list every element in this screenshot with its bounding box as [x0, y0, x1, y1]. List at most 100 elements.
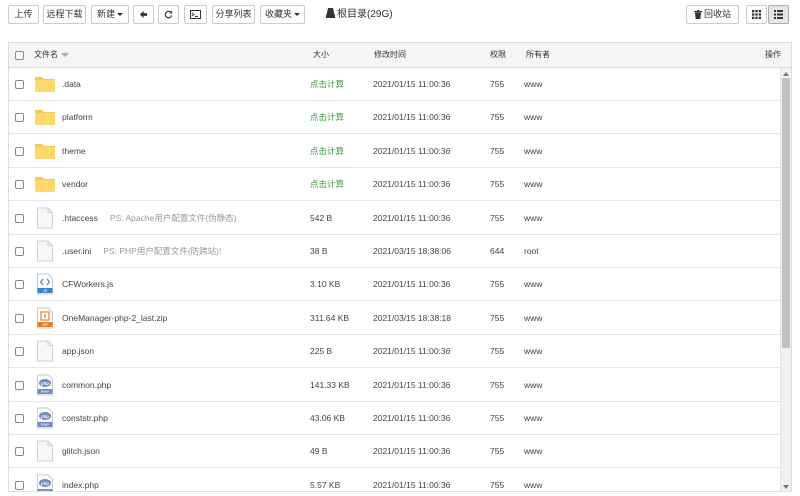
scroll-up-arrow-icon[interactable]: [783, 72, 789, 76]
file-permission[interactable]: 755: [490, 469, 504, 491]
file-owner[interactable]: www: [524, 335, 542, 368]
table-row[interactable]: ZIP OneManager-php-2_last.zip 311.64 KB 202…: [9, 301, 780, 335]
table-row[interactable]: JS CFWorkers.js 3.10 KB 2021/01/15 11:00:36…: [9, 268, 780, 302]
table-row[interactable]: .user.ini PS: PHP用户配置文件(防跨站)! 38 B 2021/03/…: [9, 235, 780, 268]
file-owner[interactable]: www: [524, 302, 542, 335]
row-checkbox[interactable]: [15, 313, 24, 323]
upload-button[interactable]: 上传: [8, 5, 39, 24]
file-permission[interactable]: 644: [490, 235, 504, 268]
file-permission[interactable]: 755: [490, 135, 504, 168]
vertical-scrollbar[interactable]: [780, 68, 791, 491]
terminal-button[interactable]: [184, 5, 207, 24]
row-checkbox[interactable]: [15, 447, 24, 457]
file-permission[interactable]: 755: [490, 335, 504, 368]
file-size[interactable]: 点击计算: [310, 168, 344, 201]
file-name[interactable]: .data: [62, 79, 81, 89]
file-owner[interactable]: www: [524, 435, 542, 468]
list-view-button[interactable]: [768, 5, 789, 24]
header-modified[interactable]: 修改时间: [374, 43, 406, 67]
file-name[interactable]: app.json: [62, 346, 94, 356]
table-row[interactable]: .data 点击计算 2021/01/15 11:00:36 755 www: [9, 68, 780, 101]
file-name[interactable]: conststr.php: [62, 413, 108, 423]
file-owner[interactable]: www: [524, 135, 542, 168]
grid-view-button[interactable]: [746, 5, 767, 24]
file-permission[interactable]: 755: [490, 402, 504, 435]
table-row[interactable]: php PHP common.php 141.33 KB 2021/01/15 11:0…: [9, 368, 780, 402]
file-name[interactable]: .user.ini: [62, 246, 91, 256]
remote-download-button[interactable]: 远程下载: [43, 5, 86, 24]
file-owner[interactable]: www: [524, 101, 542, 134]
file-name-cell[interactable]: OneManager-php-2_last.zip: [62, 302, 179, 335]
file-name[interactable]: theme: [62, 146, 86, 156]
file-owner[interactable]: www: [524, 168, 542, 201]
scroll-down-arrow-icon[interactable]: [783, 485, 789, 489]
row-checkbox[interactable]: [15, 480, 24, 490]
file-permission[interactable]: 755: [490, 168, 504, 201]
table-row[interactable]: theme 点击计算 2021/01/15 11:00:36 755 www: [9, 134, 780, 168]
file-size[interactable]: 点击计算: [310, 68, 344, 101]
file-name[interactable]: CFWorkers.js: [62, 279, 113, 289]
row-checkbox[interactable]: [15, 280, 24, 290]
header-size[interactable]: 大小: [313, 43, 329, 67]
file-size[interactable]: 点击计算: [310, 101, 344, 134]
file-name[interactable]: vendor: [62, 179, 88, 189]
table-row[interactable]: php PHP conststr.php 43.06 KB 2021/01/15 11:…: [9, 402, 780, 435]
file-size[interactable]: 点击计算: [310, 135, 344, 168]
table-row[interactable]: app.json 225 B 2021/01/15 11:00:36 755 www: [9, 335, 780, 369]
row-checkbox[interactable]: [15, 414, 24, 423]
table-row[interactable]: glitch.json 49 B 2021/01/15 11:00:36 755 www: [9, 435, 780, 469]
back-button[interactable]: [133, 5, 154, 24]
table-row[interactable]: platform 点击计算 2021/01/15 11:00:36 755 www: [9, 101, 780, 135]
table-row[interactable]: php PHP index.php 5.57 KB 2021/01/15 11:00:3…: [9, 468, 780, 491]
file-name-cell[interactable]: vendor: [62, 168, 100, 201]
share-list-button[interactable]: 分享列表: [212, 5, 255, 24]
file-name-cell[interactable]: theme: [62, 135, 98, 168]
row-checkbox[interactable]: [15, 113, 24, 123]
row-checkbox[interactable]: [15, 180, 24, 190]
file-name-cell[interactable]: platform: [62, 101, 105, 134]
file-name-cell[interactable]: CFWorkers.js: [62, 268, 125, 301]
select-all-checkbox[interactable]: [15, 51, 24, 60]
row-checkbox[interactable]: [15, 380, 24, 390]
file-name[interactable]: glitch.json: [62, 446, 100, 456]
file-name-cell[interactable]: conststr.php: [62, 402, 120, 435]
file-owner[interactable]: root: [524, 235, 539, 268]
recycle-bin-button[interactable]: 回收站: [686, 5, 739, 24]
row-checkbox[interactable]: [15, 146, 24, 156]
new-dropdown-button[interactable]: 新建: [91, 5, 129, 24]
refresh-button[interactable]: [158, 5, 179, 24]
file-name-cell[interactable]: .data: [62, 68, 93, 101]
file-name[interactable]: OneManager-php-2_last.zip: [62, 313, 167, 323]
file-permission[interactable]: 755: [490, 101, 504, 134]
file-owner[interactable]: www: [524, 369, 542, 402]
file-owner[interactable]: www: [524, 268, 542, 301]
row-checkbox[interactable]: [15, 347, 24, 357]
file-name-cell[interactable]: index.php: [62, 469, 111, 491]
file-permission[interactable]: 755: [490, 202, 504, 235]
file-permission[interactable]: 755: [490, 435, 504, 468]
root-path[interactable]: 根目录(29G): [326, 5, 393, 24]
file-permission[interactable]: 755: [490, 268, 504, 301]
file-name-cell[interactable]: .user.ini PS: PHP用户配置文件(防跨站)!: [62, 235, 221, 268]
file-owner[interactable]: www: [524, 402, 542, 435]
file-permission[interactable]: 755: [490, 302, 504, 335]
file-owner[interactable]: www: [524, 469, 542, 491]
table-row[interactable]: vendor 点击计算 2021/01/15 11:00:36 755 www: [9, 168, 780, 202]
file-permission[interactable]: 755: [490, 68, 504, 101]
file-name-cell[interactable]: common.php: [62, 369, 123, 402]
file-name[interactable]: common.php: [62, 380, 111, 390]
row-checkbox[interactable]: [15, 247, 24, 256]
file-name[interactable]: .htaccess: [62, 213, 98, 223]
file-name[interactable]: platform: [62, 112, 93, 122]
file-permission[interactable]: 755: [490, 369, 504, 402]
sort-by-name[interactable]: 文件名: [34, 43, 69, 67]
file-owner[interactable]: www: [524, 68, 542, 101]
file-name-cell[interactable]: app.json: [62, 335, 106, 368]
file-name-cell[interactable]: .htaccess PS: Apache用户配置文件(伪静态): [62, 202, 237, 235]
favorites-dropdown-button[interactable]: 收藏夹: [260, 5, 305, 24]
file-owner[interactable]: www: [524, 202, 542, 235]
row-checkbox[interactable]: [15, 80, 24, 89]
file-name-cell[interactable]: glitch.json: [62, 435, 112, 468]
table-row[interactable]: .htaccess PS: Apache用户配置文件(伪静态) 542 B 2021/…: [9, 201, 780, 235]
file-name[interactable]: index.php: [62, 480, 99, 490]
